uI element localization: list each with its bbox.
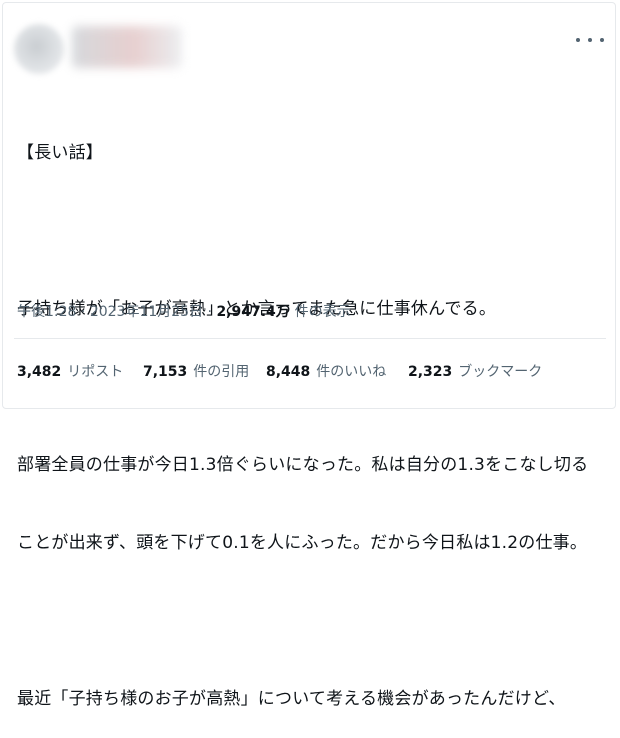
views-label: 件の表示 [294, 304, 351, 320]
more-options-button[interactable] [576, 30, 604, 50]
more-horizontal-icon-dot [600, 38, 604, 42]
quotes-label: 件の引用 [193, 364, 250, 380]
tweet-line: 部署全員の仕事が今日1.3倍ぐらいになった。私は自分の1.3をこなし切る [17, 455, 589, 475]
reposts-stat[interactable]: 3,482 リポスト [17, 361, 143, 381]
engagement-stats: 3,482 リポスト 7,153 件の引用 8,448 件のいいね 2,323 … [17, 361, 542, 381]
bookmarks-label: ブックマーク [458, 364, 543, 380]
quotes-count: 7,153 [143, 364, 188, 380]
likes-count: 8,448 [266, 364, 311, 380]
bookmarks-stat[interactable]: 2,323 ブックマーク [408, 361, 542, 381]
bookmarks-count: 2,323 [408, 364, 453, 380]
quotes-stat[interactable]: 7,153 件の引用 [143, 361, 266, 381]
reposts-label: リポスト [67, 364, 124, 380]
tweet-line: 最近「子持ち様のお子が高熱」について考える機会があったんだけど、 [17, 689, 566, 709]
tweet-meta: 午後1:28 · 2023年11月25日 · 2,947.4万 件の表示 [17, 301, 351, 321]
tweet-line: ことが出来ず、頭を下げて0.1を人にふった。だから今日私は1.2の仕事。 [17, 533, 588, 553]
views-count: 2,947.4万 [216, 304, 295, 320]
likes-label: 件のいいね [316, 364, 387, 380]
tweet-text: 【長い話】 子持ち様が「お子が高熱」とか言ってまた急に仕事休んでる。 部署全員の… [17, 88, 597, 738]
reposts-count: 3,482 [17, 364, 62, 380]
avatar[interactable] [14, 24, 64, 74]
tweet-date[interactable]: 2023年11月25日 [90, 304, 203, 320]
likes-stat[interactable]: 8,448 件のいいね [266, 361, 408, 381]
author-name-blurred[interactable] [72, 26, 182, 68]
divider [14, 338, 606, 339]
meta-separator: · [80, 304, 90, 320]
tweet-line: 【長い話】 [17, 143, 103, 163]
more-horizontal-icon [576, 38, 580, 42]
tweet-time[interactable]: 午後1:28 [17, 304, 76, 320]
more-horizontal-icon-dot [588, 38, 592, 42]
